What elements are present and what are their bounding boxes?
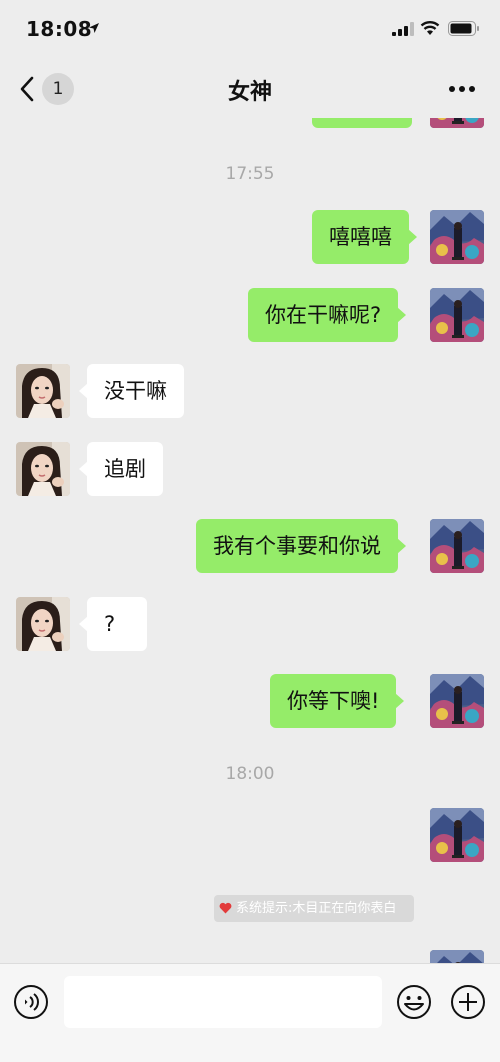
unread-count-badge[interactable]: 1 — [42, 73, 74, 105]
message-bubble-outgoing[interactable]: 你等下噢! — [270, 674, 405, 728]
status-time: 18:08 — [26, 17, 93, 41]
contact-avatar[interactable] — [16, 442, 70, 496]
nav-bar: 1 女神 — [0, 60, 500, 118]
plus-icon[interactable] — [450, 984, 486, 1020]
my-avatar[interactable] — [430, 808, 484, 862]
chat-area[interactable]: 17:55 嘻嘻嘻 你在干嘛呢? 没干嘛 追剧 我有个事要和你说 ? 你等下噢!… — [0, 118, 500, 963]
message-input[interactable] — [64, 976, 382, 1028]
my-avatar[interactable] — [430, 674, 484, 728]
my-avatar[interactable] — [430, 519, 484, 573]
voice-icon[interactable] — [13, 984, 49, 1020]
emoji-icon[interactable] — [396, 984, 432, 1020]
message-bubble-incoming[interactable]: 没干嘛 — [79, 364, 184, 418]
signal-icon — [392, 22, 414, 36]
my-avatar[interactable] — [430, 210, 484, 264]
message-bubble-partial[interactable] — [312, 118, 412, 128]
message-bubble-outgoing[interactable]: 嘻嘻嘻 — [312, 210, 417, 264]
my-avatar[interactable] — [430, 950, 484, 963]
wifi-icon — [420, 21, 440, 35]
heart-icon — [219, 902, 232, 914]
more-icon[interactable] — [448, 85, 476, 93]
my-avatar[interactable] — [430, 288, 484, 342]
contact-avatar[interactable] — [16, 364, 70, 418]
location-arrow-icon — [89, 23, 99, 33]
status-bar: 18:08 — [0, 0, 500, 60]
input-bar — [0, 963, 500, 1062]
timestamp: 17:55 — [225, 164, 275, 184]
message-bubble-incoming[interactable]: 追剧 — [79, 442, 163, 496]
chat-title: 女神 — [227, 80, 272, 105]
system-notice-text: 系统提示:木目正在向你表白 — [236, 901, 397, 916]
message-bubble-incoming[interactable]: ? — [79, 597, 147, 651]
message-bubble-outgoing[interactable]: 我有个事要和你说 — [196, 519, 406, 573]
my-avatar[interactable] — [430, 118, 484, 128]
timestamp: 18:00 — [225, 764, 275, 784]
system-notice: 系统提示:木目正在向你表白 — [214, 895, 414, 922]
contact-avatar[interactable] — [16, 597, 70, 651]
battery-icon — [448, 21, 479, 36]
back-chevron-icon[interactable] — [18, 76, 36, 102]
message-bubble-outgoing[interactable]: 你在干嘛呢? — [248, 288, 407, 342]
